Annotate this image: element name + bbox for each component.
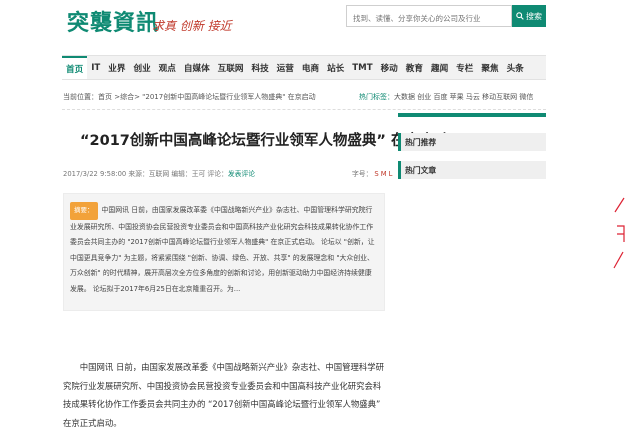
hot-tags-list[interactable]: 大数据 创业 百度 苹果 马云 移动互联网 微信	[394, 93, 533, 101]
nav-item-internet[interactable]: 互联网	[214, 56, 248, 79]
cropped-graphic	[613, 197, 625, 269]
nav-item-opinion[interactable]: 观点	[155, 56, 180, 79]
sidebar: 热门推荐 热门文章	[398, 113, 546, 189]
sidebar-accent-bar	[398, 113, 546, 117]
nav-item-ecommerce[interactable]: 电商	[298, 56, 323, 79]
nav-item-industry[interactable]: 业界	[104, 56, 129, 79]
search-button[interactable]: 搜索	[512, 5, 546, 27]
nav-item-column[interactable]: 专栏	[452, 56, 477, 79]
sidebar-heading-recommend[interactable]: 热门推荐	[398, 133, 546, 151]
sidebar-hot-articles: 热门文章	[398, 161, 546, 179]
nav-item-we-media[interactable]: 自媒体	[180, 56, 214, 79]
nav-item-tech[interactable]: 科技	[247, 56, 272, 79]
site-slogan: 求真 创新 接近	[152, 19, 232, 33]
search-icon	[516, 12, 524, 20]
nav-item-tmt[interactable]: TMT	[348, 56, 376, 79]
nav-item-focus[interactable]: 聚焦	[477, 56, 502, 79]
summary-body: 中国网讯 日前，由国家发展改革委《中国战略新兴产业》杂志社、中国管理科学研究院行…	[70, 206, 375, 293]
post-comment-link[interactable]: 发表评论	[228, 170, 255, 178]
article-meta: 2017/3/22 9:58:00 来源：互联网 编辑：王可 评论：发表评论	[63, 168, 255, 178]
main-nav: 首页 IT 业界 创业 观点 自媒体 互联网 科技 运营 电商 站长 TMT 移…	[62, 55, 546, 80]
font-size-large[interactable]: L	[389, 170, 393, 178]
article-summary: 摘要： 中国网讯 日前，由国家发展改革委《中国战略新兴产业》杂志社、中国管理科学研…	[63, 193, 385, 311]
nav-item-education[interactable]: 教育	[402, 56, 427, 79]
article-title: “2017创新中国高峰论坛暨行业领军人物盛典” 在京启动	[80, 133, 449, 149]
nav-item-operations[interactable]: 运营	[273, 56, 298, 79]
nav-item-webmaster[interactable]: 站长	[323, 56, 348, 79]
summary-tag: 摘要：	[70, 202, 98, 220]
search-input[interactable]	[347, 8, 511, 29]
sidebar-hot-recommend: 热门推荐	[398, 133, 546, 151]
hot-tags-label: 热门标签：	[359, 93, 394, 101]
site-header: 突襲資訊 求真 创新 接近 搜索	[0, 0, 625, 46]
summary-text: 摘要： 中国网讯 日前，由国家发展改革委《中国战略新兴产业》杂志社、中国管理科学研…	[70, 202, 378, 297]
breadcrumb[interactable]: 当前位置：首页 >综合> "2017创新中国高峰论坛暨行业领军人物盛典" 在京启…	[63, 92, 316, 102]
font-size-small[interactable]: S	[374, 170, 378, 178]
article-meta-info: 2017/3/22 9:58:00 来源：互联网 编辑：王可 评论：	[63, 170, 228, 178]
sidebar-heading-articles[interactable]: 热门文章	[398, 161, 546, 179]
nav-item-it[interactable]: IT	[87, 56, 104, 79]
nav-item-startup[interactable]: 创业	[129, 56, 154, 79]
font-size-medium[interactable]: M	[381, 170, 387, 178]
search-box	[346, 5, 512, 29]
hot-tags: 热门标签：大数据 创业 百度 苹果 马云 移动互联网 微信	[359, 92, 533, 102]
font-size-switcher: 字号： S M L	[352, 168, 392, 178]
search-button-label: 搜索	[526, 11, 542, 21]
nav-item-mobile[interactable]: 移动	[377, 56, 402, 79]
nav-item-headlines[interactable]: 头条	[503, 56, 528, 79]
nav-item-fun-news[interactable]: 趣闻	[427, 56, 452, 79]
nav-item-home[interactable]: 首页	[62, 56, 88, 79]
article-body: 中国网讯 日前，由国家发展改革委《中国战略新兴产业》杂志社、中国管理科学研究院行…	[63, 362, 384, 428]
font-size-label: 字号：	[352, 170, 373, 178]
site-logo[interactable]: 突襲資訊	[67, 5, 159, 37]
divider	[62, 109, 546, 110]
